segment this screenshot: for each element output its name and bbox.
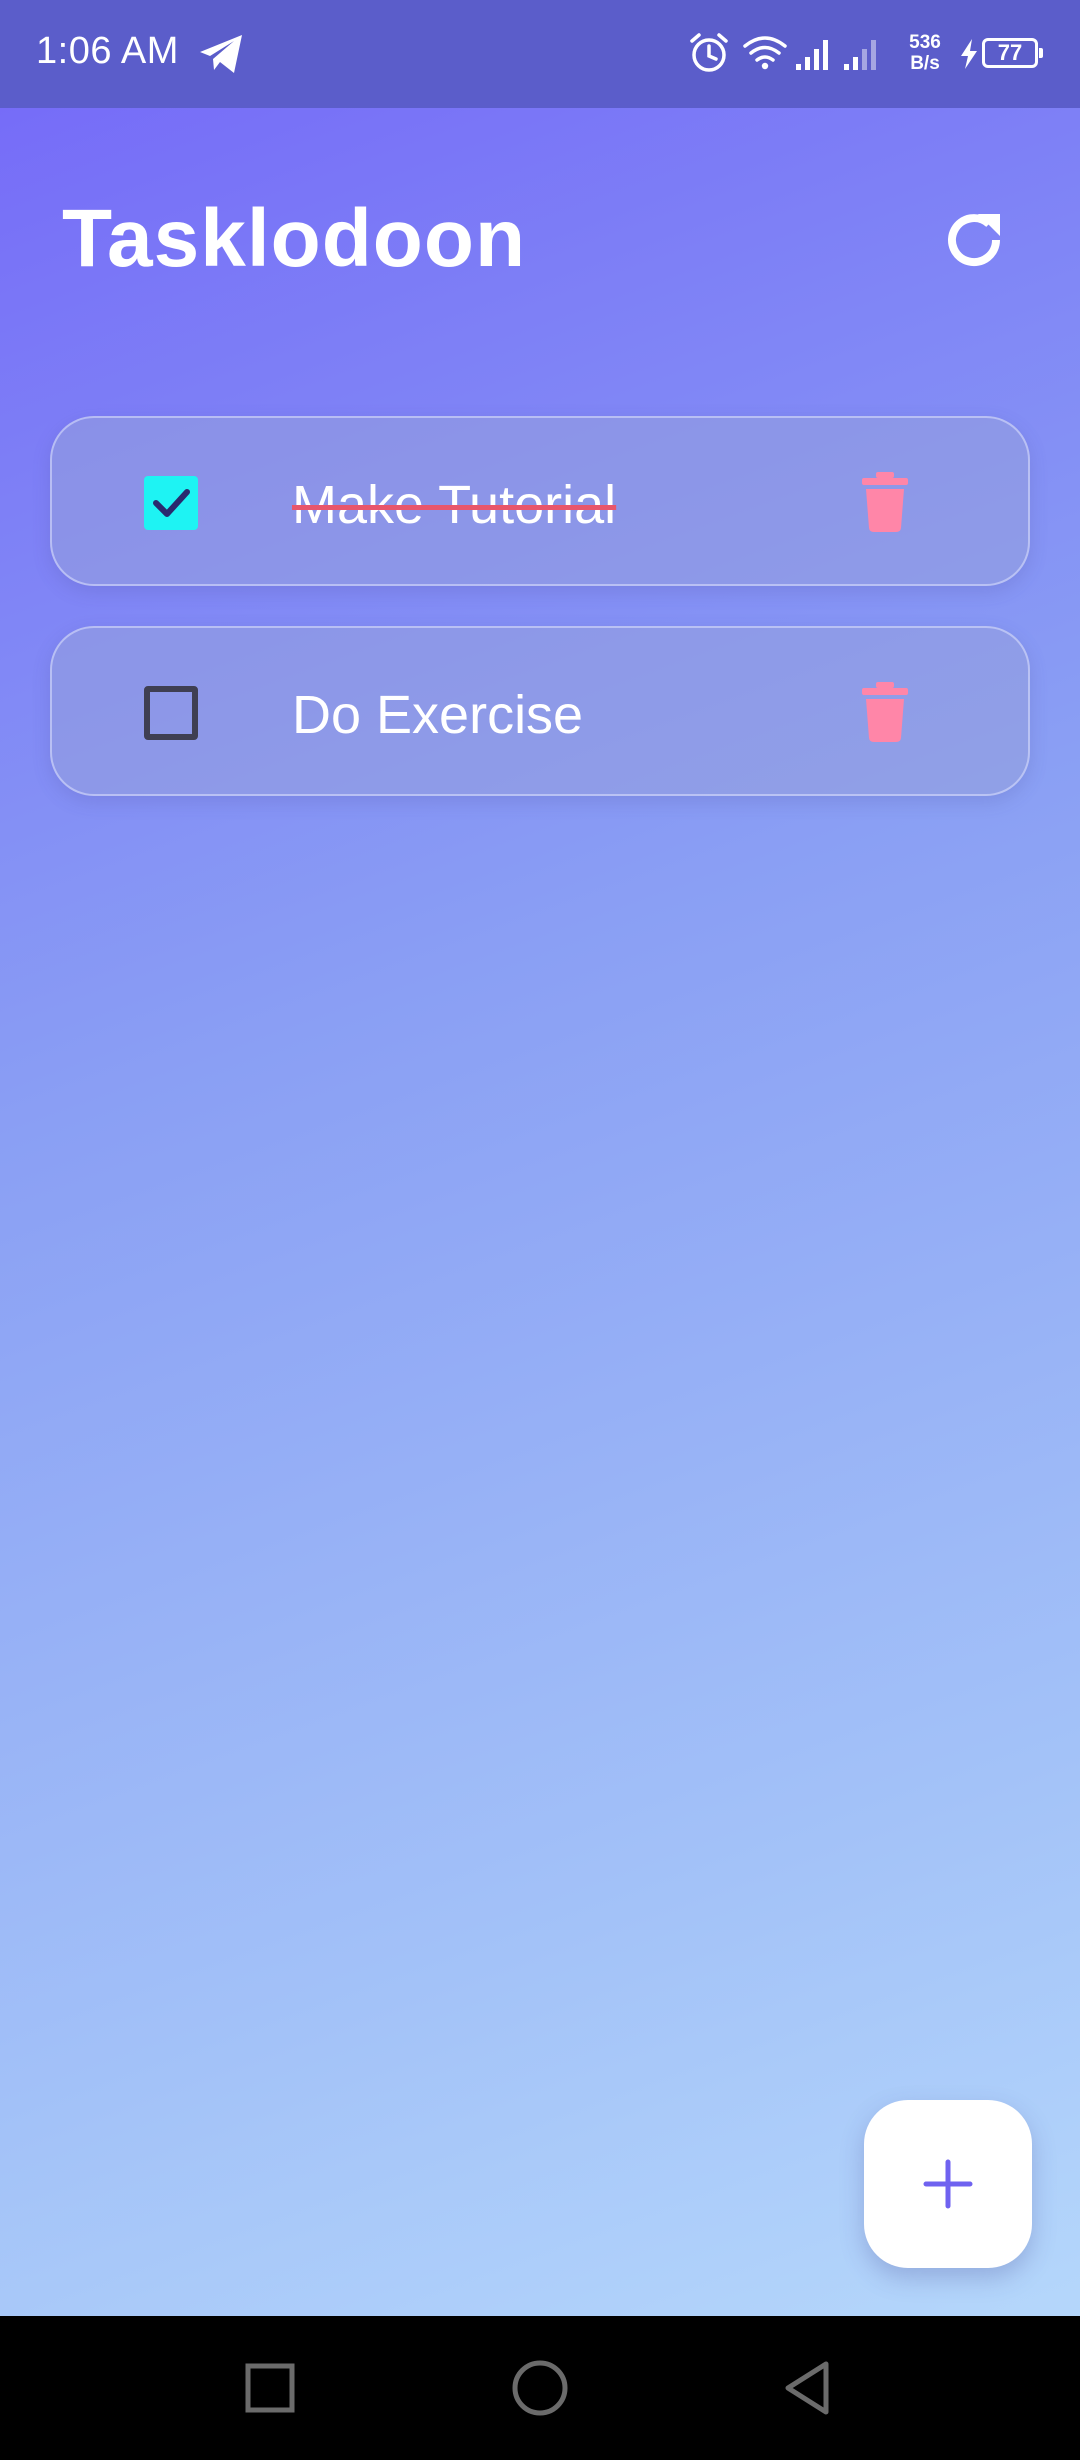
status-time: 1:06 AM [36, 30, 179, 72]
battery-icon: 77 [982, 38, 1043, 68]
network-speed-value: 536 [909, 32, 941, 53]
task-label[interactable]: Do Exercise [292, 684, 583, 746]
signal-icon [796, 40, 828, 70]
add-task-button[interactable] [864, 2100, 1032, 2268]
task-checkbox[interactable] [144, 476, 198, 530]
task-checkbox[interactable] [144, 686, 198, 740]
refresh-icon [948, 214, 1001, 267]
telegram-icon [200, 35, 242, 73]
refresh-button[interactable] [938, 204, 1010, 276]
signal-icon [844, 40, 876, 70]
trash-icon[interactable] [862, 472, 908, 532]
alarm-icon [690, 33, 728, 72]
task-label[interactable]: Make Tutorial [292, 474, 616, 536]
wifi-icon [743, 36, 787, 70]
home-icon[interactable] [508, 2356, 572, 2420]
app-screen: 1:06 AM 536 B/s 77 Tasklodoon Make Tutor… [0, 0, 1080, 2460]
back-icon[interactable] [778, 2356, 842, 2420]
battery-level: 77 [997, 40, 1023, 65]
checkmark-icon [153, 489, 190, 517]
plus-icon [923, 2159, 973, 2209]
task-item: Do Exercise [50, 626, 1030, 796]
task-item: Make Tutorial [50, 416, 1030, 586]
charging-icon [961, 39, 977, 69]
system-nav-bar [0, 2316, 1080, 2460]
recent-apps-icon[interactable] [238, 2356, 302, 2420]
trash-icon[interactable] [862, 682, 908, 742]
network-speed-unit: B/s [910, 53, 940, 74]
status-bar: 1:06 AM 536 B/s 77 [0, 0, 1080, 108]
network-speed: 536 B/s [900, 32, 950, 74]
app-title: Tasklodoon [62, 193, 527, 284]
